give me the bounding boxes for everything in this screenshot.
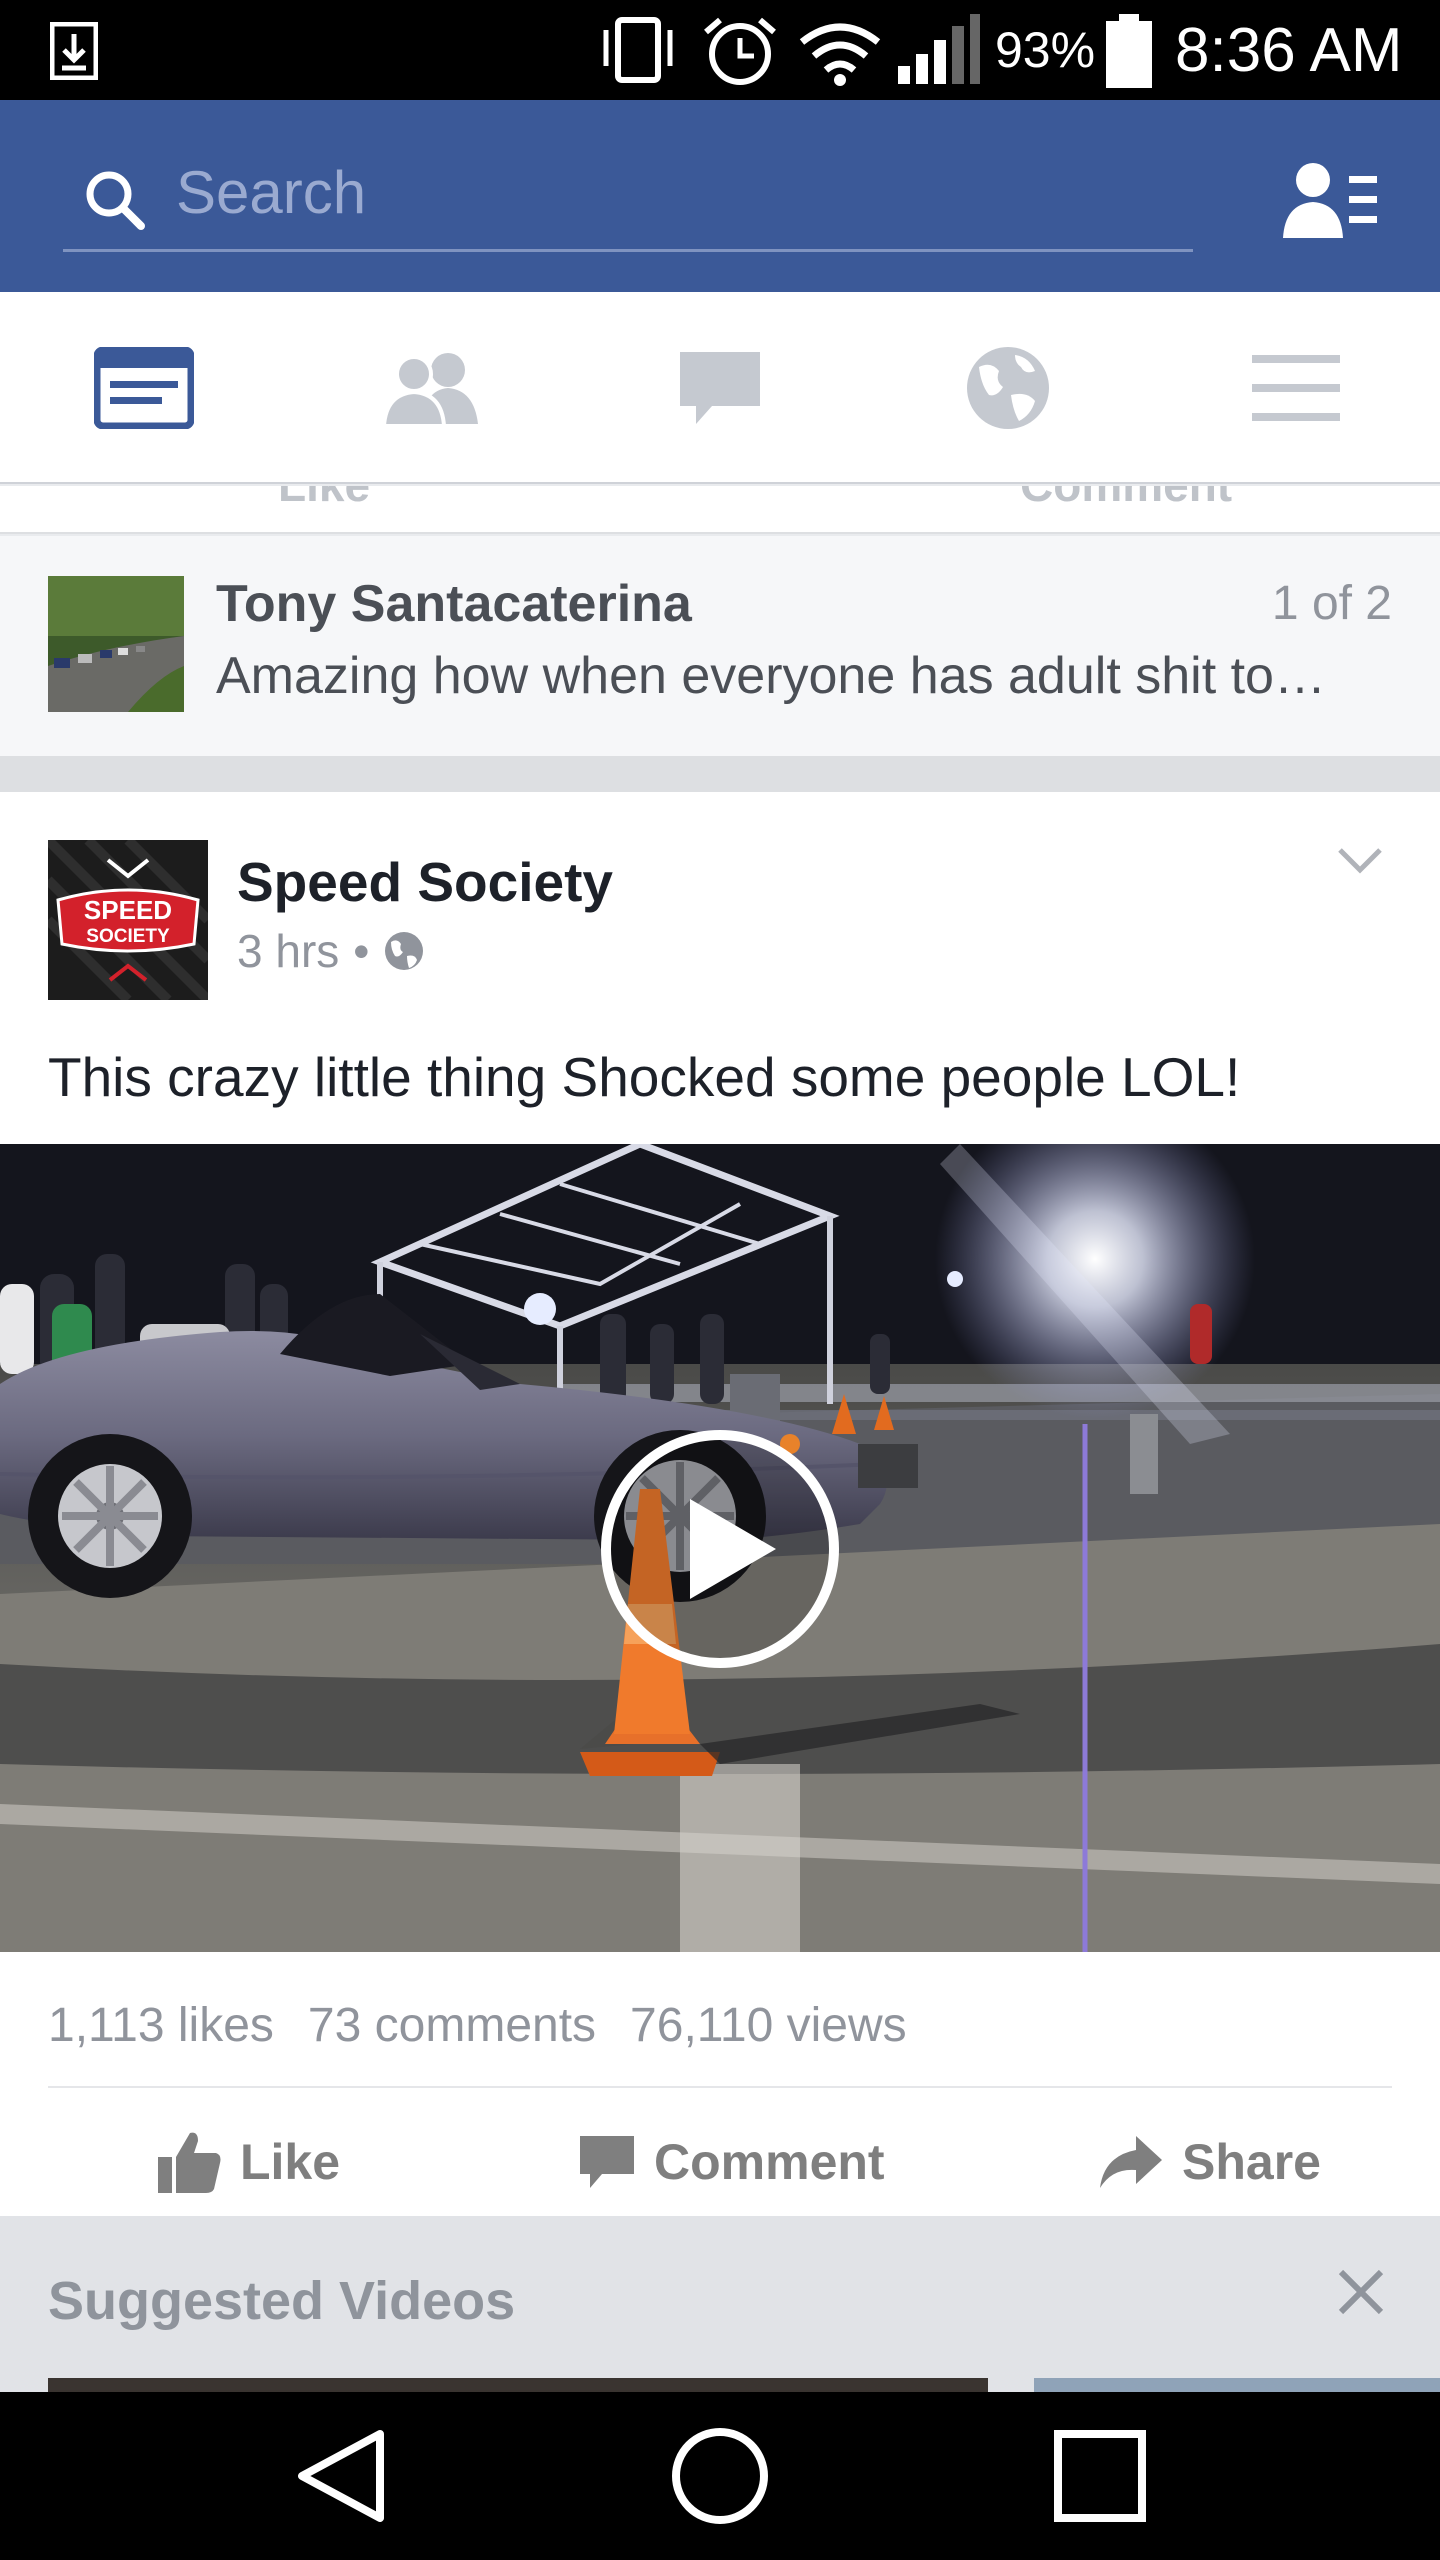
comment-icon	[580, 2136, 634, 2188]
views-count: 76,110 views	[630, 1998, 907, 2052]
suggested-videos-header: Suggested Videos	[0, 2216, 1440, 2392]
tab-friends[interactable]	[288, 292, 576, 484]
comments-count[interactable]: 73 comments	[308, 1998, 596, 2053]
feed-divider	[0, 756, 1440, 792]
story-author: Tony Santacaterina	[216, 575, 692, 633]
share-icon	[1100, 2136, 1162, 2188]
avatar[interactable]: SPEED SOCIETY	[48, 840, 208, 1000]
globe-icon	[967, 347, 1049, 429]
status-bar: 93% 8:36 AM	[0, 0, 1440, 100]
likes-count[interactable]: 1,113 likes	[48, 1998, 274, 2053]
share-button[interactable]: Share	[1098, 2112, 1321, 2212]
battery-percent: 93%	[995, 22, 1096, 78]
previous-post-actions: Like Comment	[0, 486, 1440, 534]
friend-requests-icon[interactable]	[1283, 158, 1379, 242]
post-stats: 1,113 likes 73 comments 76,110 views	[48, 1990, 907, 2060]
news-feed-icon	[94, 347, 194, 429]
recents-button[interactable]	[1040, 2416, 1160, 2536]
home-button[interactable]	[660, 2416, 780, 2536]
previous-comment-button[interactable]: Comment	[1020, 486, 1232, 512]
search-placeholder: Search	[176, 159, 367, 226]
tab-messages[interactable]	[576, 292, 864, 484]
back-button[interactable]	[280, 2416, 400, 2536]
search-input[interactable]: Search	[63, 140, 1193, 252]
share-label: Share	[1182, 2134, 1321, 2190]
signal-icon	[898, 14, 980, 84]
avatar-text-speed: SPEED	[84, 895, 172, 925]
post-meta: 3 hrs •	[237, 924, 425, 978]
divider	[48, 2086, 1392, 2088]
suggested-video-thumbnail[interactable]	[1034, 2378, 1440, 2392]
clock: 8:36 AM	[1175, 15, 1403, 85]
friends-icon	[382, 353, 478, 426]
story-row[interactable]: Tony Santacaterina 1 of 2 Amazing how wh…	[0, 536, 1440, 756]
suggested-title: Suggested Videos	[48, 2271, 516, 2331]
story-counter: 1 of 2	[1271, 577, 1392, 630]
meta-separator: •	[353, 925, 370, 977]
story-text: Amazing how when everyone has adult shit…	[216, 647, 1326, 705]
like-label: Like	[240, 2134, 341, 2190]
post-text: This crazy little thing Shocked some peo…	[48, 1046, 1241, 1108]
play-icon[interactable]	[598, 1427, 842, 1671]
page-name[interactable]: Speed Society	[237, 850, 613, 914]
tab-news-feed[interactable]	[0, 292, 288, 484]
chevron-down-icon[interactable]	[1336, 842, 1384, 878]
wifi-icon	[799, 23, 881, 86]
tab-more[interactable]	[1152, 292, 1440, 484]
tab-notifications[interactable]	[864, 292, 1152, 484]
vibrate-icon	[603, 17, 673, 83]
comment-label: Comment	[654, 2134, 885, 2190]
suggested-video-thumbnail[interactable]	[48, 2378, 988, 2392]
search-header: Search	[0, 100, 1440, 292]
story-thumbnail	[48, 576, 184, 712]
android-nav-bar	[0, 2392, 1440, 2560]
like-button[interactable]: Like	[156, 2112, 340, 2212]
avatar-text-society: SOCIETY	[86, 926, 170, 947]
post-card: SPEED SOCIETY Speed Society 3 hrs • This…	[0, 792, 1440, 2216]
close-icon[interactable]	[1333, 2264, 1389, 2320]
recents-icon	[1054, 2430, 1146, 2522]
like-icon	[158, 2132, 221, 2193]
comment-button[interactable]: Comment	[578, 2112, 885, 2212]
alarm-icon	[704, 17, 776, 85]
battery-icon	[1106, 14, 1152, 88]
back-icon	[298, 2430, 384, 2522]
nav-tabs	[0, 292, 1440, 484]
globe-icon	[385, 932, 424, 970]
previous-like-button[interactable]: Like	[278, 486, 370, 512]
menu-icon	[1252, 355, 1340, 421]
messages-icon	[680, 352, 760, 424]
post-time[interactable]: 3 hrs	[237, 924, 339, 978]
search-icon	[86, 171, 145, 230]
home-icon	[672, 2428, 768, 2524]
download-icon	[50, 22, 98, 80]
